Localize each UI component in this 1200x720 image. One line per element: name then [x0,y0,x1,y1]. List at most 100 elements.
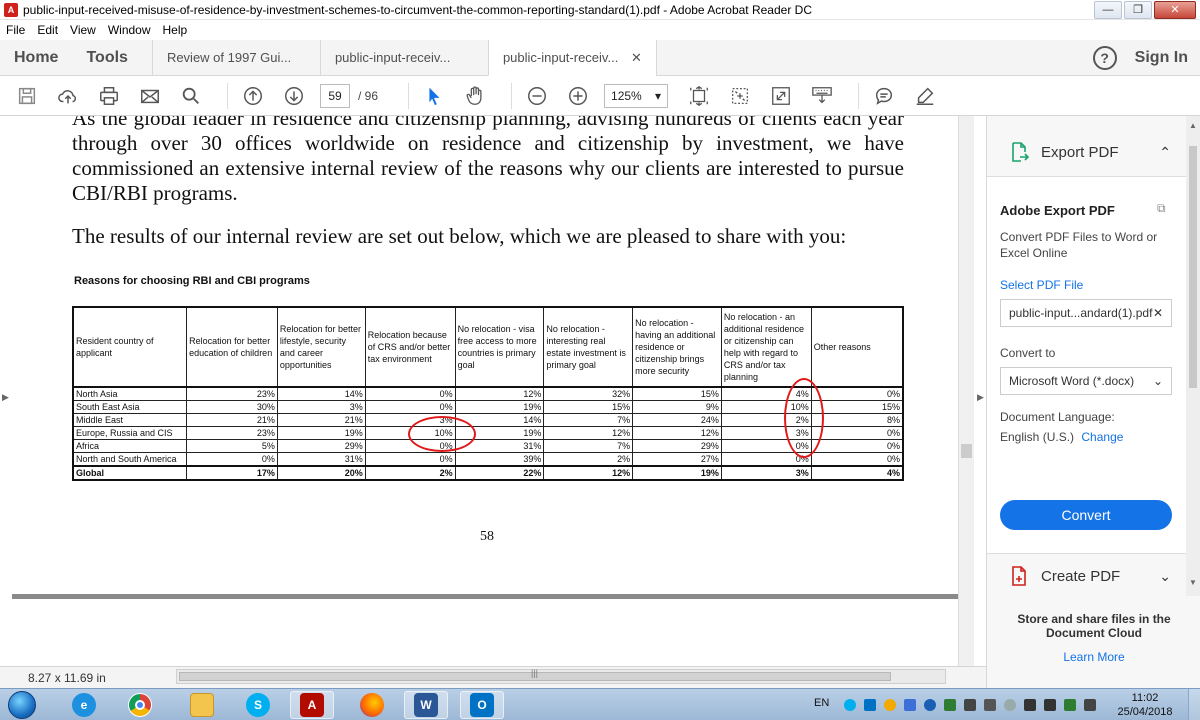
start-button[interactable] [8,691,36,719]
email-icon[interactable] [135,81,165,111]
volume-tray-icon[interactable] [1084,699,1096,711]
previous-page-icon[interactable] [238,81,268,111]
learn-more-link[interactable]: Learn More [987,650,1200,664]
skype-tray-icon[interactable] [844,699,856,711]
document-viewport[interactable]: As the global leader in residence and ci… [12,116,958,666]
table-cell: 0% [720,452,812,467]
print-icon[interactable] [94,81,124,111]
acrobat-app-icon: A [4,2,18,17]
save-icon[interactable] [12,81,42,111]
col-header-visa-free: No relocation - visa free access to more… [454,306,545,388]
right-pane-scroll-thumb[interactable] [1189,146,1197,388]
table-cell: 19% [454,400,545,414]
highlight-pen-icon[interactable] [910,81,940,111]
outlook-icon: O [470,693,494,717]
restore-button[interactable]: ❒ [1124,0,1152,19]
create-pdf-header[interactable]: Create PDF ⌄ [987,546,1200,606]
convert-button[interactable]: Convert [1000,500,1172,530]
tab-tools[interactable]: Tools [72,40,141,75]
taskbar-skype[interactable]: S [236,691,280,719]
taskbar-firefox[interactable] [350,691,394,719]
full-screen-icon[interactable] [766,81,796,111]
flag-tray-icon[interactable] [1024,699,1036,711]
taskbar-clock[interactable]: 11:02 25/04/2018 [1110,691,1180,719]
export-pdf-header[interactable]: Export PDF ⌃ [987,122,1200,182]
results-paragraph: The results of our internal review are s… [72,224,847,248]
scroll-down-icon[interactable]: ▼ [1189,578,1197,587]
doc-tab-label: public-input-receiv... [334,50,451,65]
close-tab-icon[interactable]: ✕ [631,50,642,66]
table-row: South East Asia 30% 3% 0% 19% 15% 9% 10%… [72,400,904,414]
paint-tray-icon[interactable] [884,699,896,711]
select-pdf-file-link[interactable]: Select PDF File [1000,277,1083,293]
left-panel-toggle[interactable]: ▶ [0,116,12,666]
toolbar: 59 / 96 125% ▾ [0,76,1200,116]
convert-format-select[interactable]: Microsoft Word (*.docx) ⌄ [1000,367,1172,395]
export-card-description: Convert PDF Files to Word or Excel Onlin… [1000,230,1158,260]
taskbar-chrome[interactable] [118,691,162,719]
menu-help[interactable]: Help [157,23,194,37]
show-desktop-button[interactable] [1188,689,1200,720]
scroll-thumb[interactable] [961,444,972,458]
menu-edit[interactable]: Edit [31,23,64,37]
zoom-select[interactable]: 125% ▾ [604,83,669,108]
help-icon[interactable]: ? [1092,45,1117,70]
col-header-crs-relocation: Relocation because of CRS and/or better … [364,306,456,388]
outlook-tray-icon[interactable] [864,699,876,711]
right-pane-scrollbar[interactable]: ▲ ▼ [1186,116,1200,596]
fit-page-icon[interactable] [684,81,714,111]
menu-window[interactable]: Window [102,23,157,37]
taskbar-internet-explorer[interactable]: e [62,691,106,719]
keyboard-icon[interactable] [807,81,837,111]
page-break [12,594,958,599]
taskbar-word[interactable]: W [404,691,448,719]
minimize-button[interactable]: — [1094,0,1122,19]
comment-icon[interactable] [869,81,899,111]
select-cursor-icon[interactable] [419,81,449,111]
table-cell: 2% [720,413,812,427]
taskbar-outlook[interactable]: O [460,691,504,719]
doc-tab-review[interactable]: Review of 1997 Gui... [151,40,320,75]
bluetooth-tray-icon[interactable] [924,699,936,711]
hand-tool-icon[interactable] [460,81,490,111]
document-language-label: Document Language: [1000,410,1115,424]
zoom-out-icon[interactable] [522,81,552,111]
search-icon[interactable] [176,81,206,111]
page-number-input[interactable]: 59 [320,83,350,108]
close-window-button[interactable]: ✕ [1154,0,1196,19]
cloud-tray-icon[interactable] [1004,699,1016,711]
upload-cloud-icon[interactable] [53,81,83,111]
change-language-link[interactable]: Change [1081,430,1123,444]
table-cell: 15% [810,400,904,414]
table-row: North and South America 0% 31% 0% 39% 2%… [72,452,904,467]
menu-view[interactable]: View [64,23,102,37]
battery-tray-icon[interactable] [1064,699,1076,711]
security-tray-icon[interactable] [944,699,956,711]
zoom-in-icon[interactable] [563,81,593,111]
selected-file-field[interactable]: public-input...andard(1).pdf ✕ [1000,299,1172,327]
doc-tab-public-input-1[interactable]: public-input-receiv... [319,40,488,75]
copy-icon[interactable]: ⧉ [1157,201,1166,216]
chat-tray-icon[interactable] [984,699,996,711]
taskbar-file-explorer[interactable] [180,691,224,719]
table-cell: 0% [364,439,456,453]
rotate-view-icon[interactable] [725,81,755,111]
tab-home[interactable]: Home [0,40,72,75]
input-language-indicator[interactable]: EN [814,697,829,709]
table-cell: South East Asia [72,400,188,414]
convert-to-label: Convert to [1000,346,1056,360]
table-cell: 0% [810,426,904,440]
document-vertical-scrollbar[interactable] [958,116,974,666]
document-horizontal-scrollbar[interactable]: ||| [176,668,946,684]
dropbox-tray-icon[interactable] [904,699,916,711]
taskbar-acrobat[interactable]: A [290,691,334,719]
menu-file[interactable]: File [0,23,31,37]
scroll-up-icon[interactable]: ▲ [1189,121,1197,130]
network-tray-icon[interactable] [1044,699,1056,711]
sign-in-button[interactable]: Sign In [1135,49,1188,67]
right-panel-toggle[interactable]: ▶ [974,116,986,666]
clear-file-icon[interactable]: ✕ [1153,306,1163,320]
doc-tab-public-input-2[interactable]: public-input-receiv... ✕ [487,40,656,76]
display-tray-icon[interactable] [964,699,976,711]
next-page-icon[interactable] [279,81,309,111]
